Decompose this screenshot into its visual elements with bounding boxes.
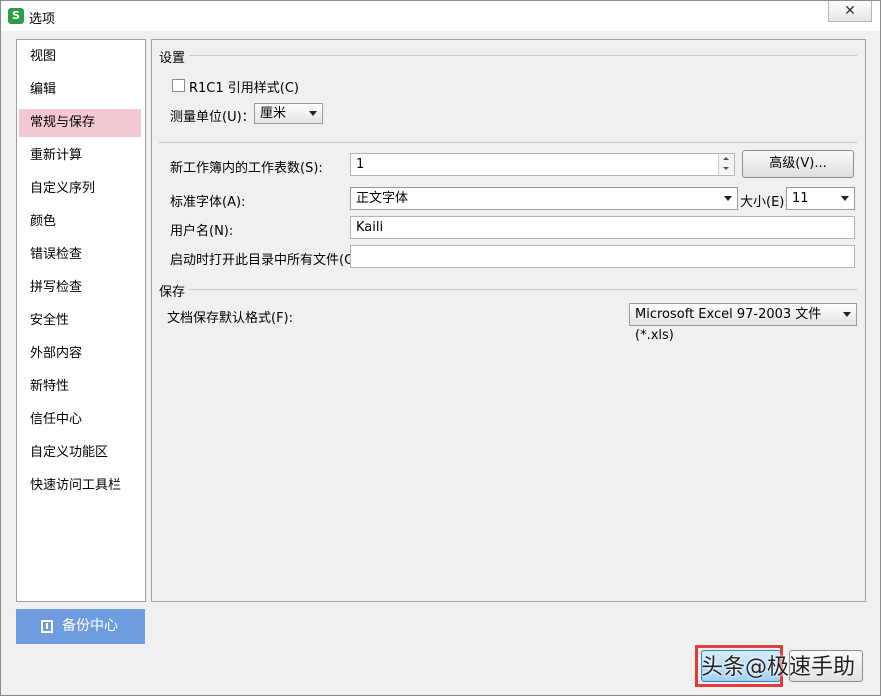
save-divider (189, 289, 857, 290)
sheet-count-label: 新工作簿内的工作表数(S): (170, 161, 323, 176)
username-field[interactable]: Kaili (350, 216, 855, 239)
standard-font-value: 正文字体 (356, 191, 409, 206)
chevron-down-icon (309, 111, 317, 116)
standard-font-label: 标准字体(A): (170, 195, 246, 210)
options-dialog: S 选项 ✕ 视图 编辑 常规与保存 重新计算 自定义序列 颜色 错误检查 拼写… (0, 0, 881, 696)
sidebar-item-new-features[interactable]: 新特性 (19, 373, 141, 401)
save-section-title: 保存 (159, 285, 186, 300)
standard-font-select[interactable]: 正文字体 (350, 187, 738, 210)
sidebar-item-error-checking[interactable]: 错误检查 (19, 241, 141, 269)
sheet-count-spinner (718, 154, 734, 175)
sidebar-item-trust-center[interactable]: 信任中心 (19, 406, 141, 434)
spin-down-icon[interactable] (719, 164, 734, 174)
measure-unit-select[interactable]: 厘米 (254, 103, 323, 124)
general-divider (159, 142, 857, 143)
font-size-value: 11 (792, 191, 809, 206)
sidebar-item-custom-lists[interactable]: 自定义序列 (19, 175, 141, 203)
watermark-text: 头条@极速手助 (701, 655, 856, 680)
title-bar: S 选项 ✕ (1, 1, 880, 31)
sidebar-item-color[interactable]: 颜色 (19, 208, 141, 236)
window-title: 选项 (29, 12, 56, 27)
sidebar-item-external-content[interactable]: 外部内容 (19, 340, 141, 368)
default-format-value: Microsoft Excel 97-2003 文件(*.xls) (635, 307, 822, 343)
username-label: 用户名(N): (170, 224, 234, 239)
r1c1-label: R1C1 引用样式(C) (189, 81, 300, 96)
font-size-label: 大小(E): (740, 195, 789, 210)
chevron-down-icon (843, 312, 851, 317)
settings-divider (189, 55, 857, 56)
close-button[interactable]: ✕ (828, 1, 872, 22)
startup-folder-label: 启动时打开此目录中所有文件(O): (170, 253, 364, 268)
backup-center-label: 备份中心 (62, 618, 118, 634)
sheet-count-stepper[interactable]: 1 (350, 153, 735, 176)
general-save-panel: 设置 R1C1 引用样式(C) 测量单位(U)： 厘米 新工作簿内的工作表数(S… (151, 39, 866, 602)
sidebar-item-quick-access-toolbar[interactable]: 快速访问工具栏 (19, 472, 141, 500)
sidebar-item-general-save[interactable]: 常规与保存 (19, 109, 141, 137)
sidebar-item-customize-ribbon[interactable]: 自定义功能区 (19, 439, 141, 467)
sidebar-item-security[interactable]: 安全性 (19, 307, 141, 335)
sheet-count-value: 1 (356, 157, 365, 172)
settings-section-title: 设置 (159, 51, 186, 66)
startup-folder-field[interactable] (350, 245, 855, 268)
username-value: Kaili (356, 220, 384, 235)
sidebar-item-view[interactable]: 视图 (19, 43, 141, 71)
backup-icon (41, 620, 53, 633)
chevron-down-icon (841, 196, 849, 201)
font-size-select[interactable]: 11 (786, 187, 855, 210)
default-format-label: 文档保存默认格式(F): (167, 311, 294, 326)
backup-center-button[interactable]: 备份中心 (16, 609, 145, 644)
default-format-select[interactable]: Microsoft Excel 97-2003 文件(*.xls) (629, 303, 857, 343)
advanced-button[interactable]: 高级(V)... (742, 150, 854, 178)
measure-unit-label: 测量单位(U)： (170, 110, 255, 125)
sidebar-item-edit[interactable]: 编辑 (19, 76, 141, 104)
wps-spreadsheet-logo-icon: S (8, 8, 24, 24)
measure-unit-value: 厘米 (260, 106, 287, 121)
options-sidebar: 视图 编辑 常规与保存 重新计算 自定义序列 颜色 错误检查 拼写检查 安全性 … (16, 39, 146, 602)
r1c1-checkbox[interactable] (172, 79, 185, 92)
chevron-down-icon (724, 196, 732, 201)
sidebar-item-recalculate[interactable]: 重新计算 (19, 142, 141, 170)
sidebar-item-spelling[interactable]: 拼写检查 (19, 274, 141, 302)
